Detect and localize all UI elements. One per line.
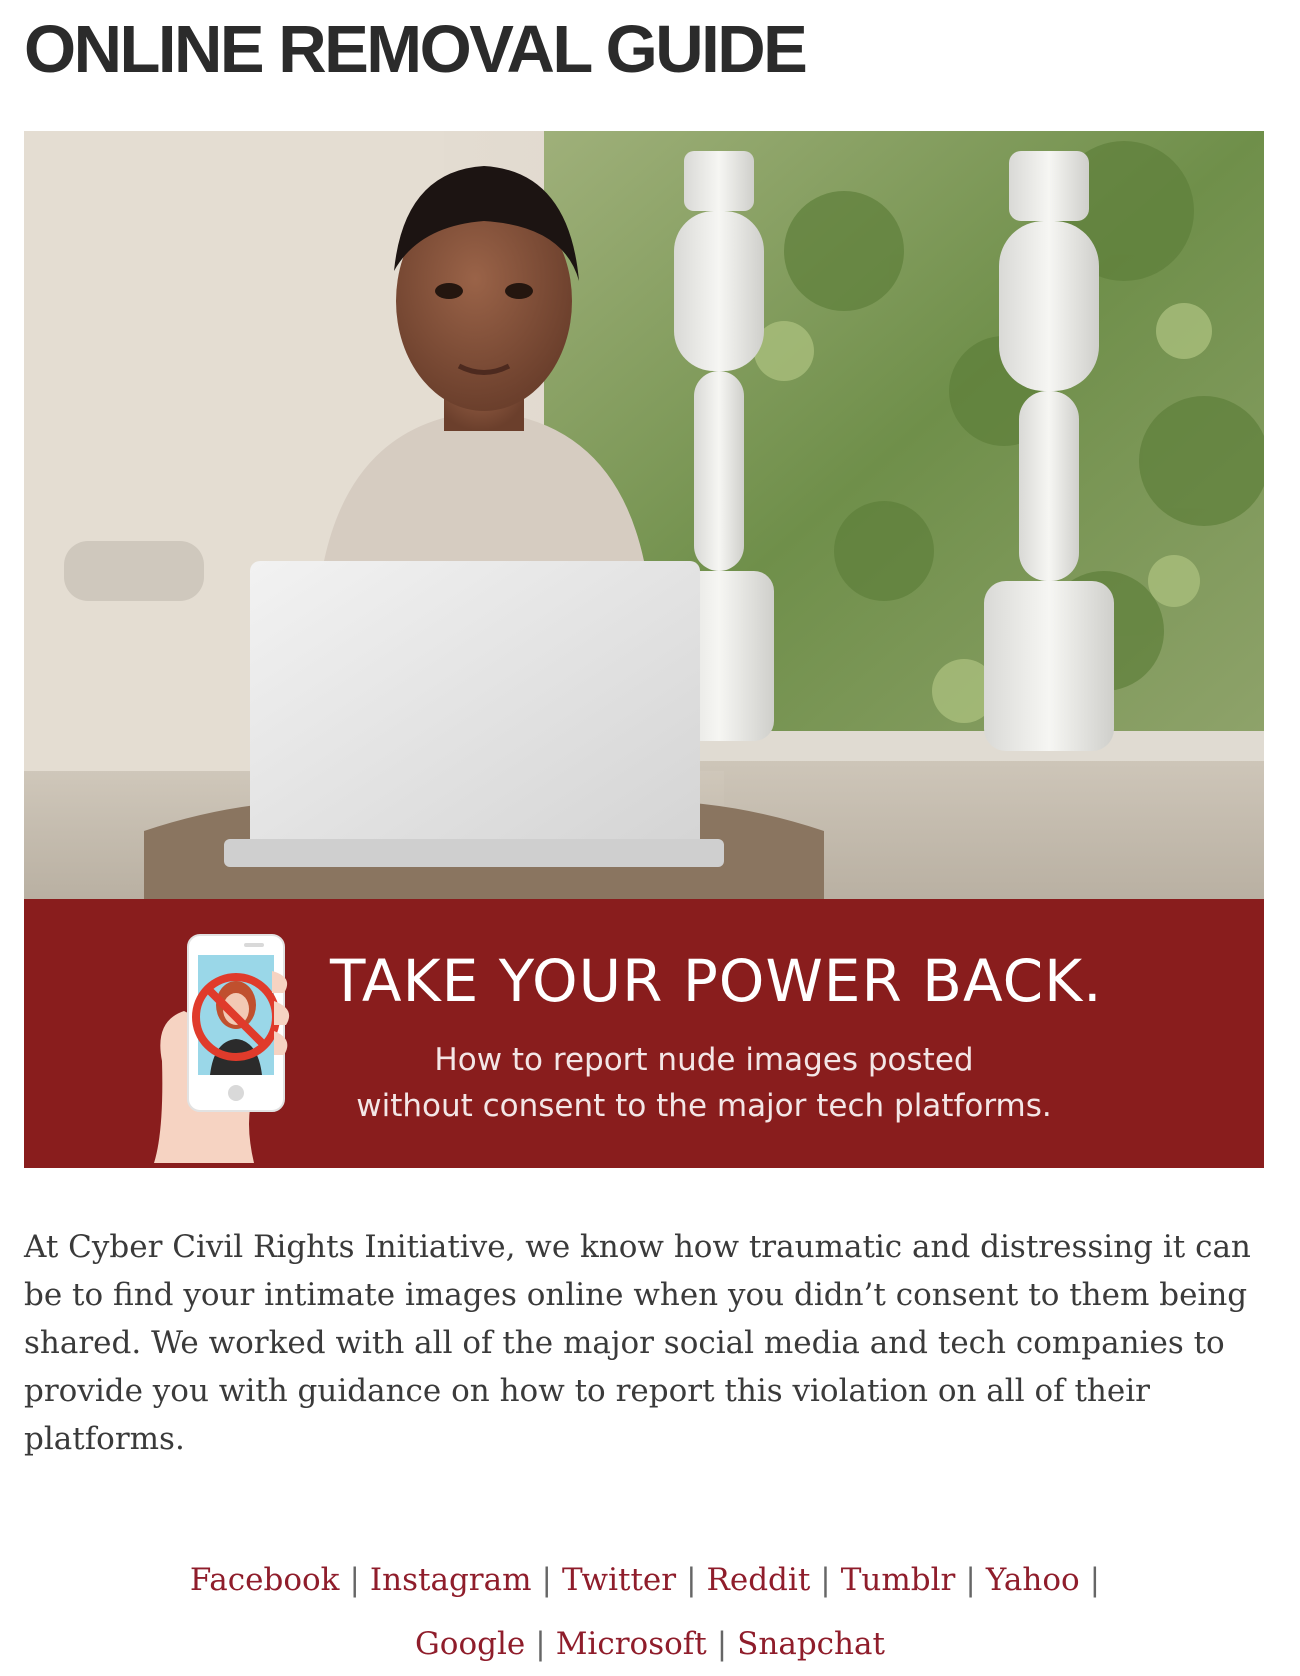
intro-line: shared. We worked with all of the major … [24, 1325, 1225, 1361]
reddit-link[interactable]: Reddit [707, 1562, 811, 1598]
link-separator: | [716, 1626, 728, 1662]
link-separator: | [1089, 1562, 1101, 1598]
twitter-link[interactable]: Twitter [562, 1562, 676, 1598]
link-separator: | [820, 1562, 831, 1598]
intro-paragraph: At Cyber Civil Rights Initiative, we kno… [24, 1223, 1274, 1463]
instagram-link[interactable]: Instagram [370, 1562, 532, 1598]
link-separator: | [965, 1562, 976, 1598]
snapchat-link[interactable]: Snapchat [737, 1626, 885, 1662]
hero-photo [24, 131, 1264, 899]
phone-hand-illustration [154, 934, 290, 1163]
tumblr-link[interactable]: Tumblr [841, 1562, 956, 1598]
intro-line: platforms. [24, 1421, 185, 1457]
facebook-link[interactable]: Facebook [190, 1562, 340, 1598]
link-separator: | [686, 1562, 697, 1598]
page-title: ONLINE REMOVAL GUIDE [24, 12, 808, 87]
google-link[interactable]: Google [415, 1626, 525, 1662]
banner-subline-1: How to report nude images posted [434, 1042, 974, 1078]
yahoo-link[interactable]: Yahoo [986, 1562, 1080, 1598]
link-separator: | [535, 1626, 546, 1662]
banner-headline: TAKE YOUR POWER BACK. [330, 947, 1103, 1015]
intro-line: be to find your intimate images online w… [24, 1277, 1248, 1313]
hero-image: TAKE YOUR POWER BACK. How to report nude… [24, 131, 1264, 1168]
platform-links: Facebook | Instagram | Twitter | Reddit | Tumblr… [0, 1548, 1300, 1676]
banner: TAKE YOUR POWER BACK. How to report nude… [24, 899, 1264, 1168]
link-separator: | [541, 1562, 552, 1598]
microsoft-link[interactable]: Microsoft [556, 1626, 707, 1662]
banner-subline-2: without consent to the major tech platfo… [356, 1088, 1052, 1124]
intro-line: provide you with guidance on how to repo… [24, 1373, 1150, 1409]
platform-links-row-2: Google | Microsoft | Snapchat [0, 1612, 1300, 1676]
intro-line: At Cyber Civil Rights Initiative, we kno… [24, 1229, 1251, 1265]
platform-links-row-1: Facebook | Instagram | Twitter | Reddit | Tumblr… [0, 1548, 1300, 1612]
link-separator: | [349, 1562, 360, 1598]
